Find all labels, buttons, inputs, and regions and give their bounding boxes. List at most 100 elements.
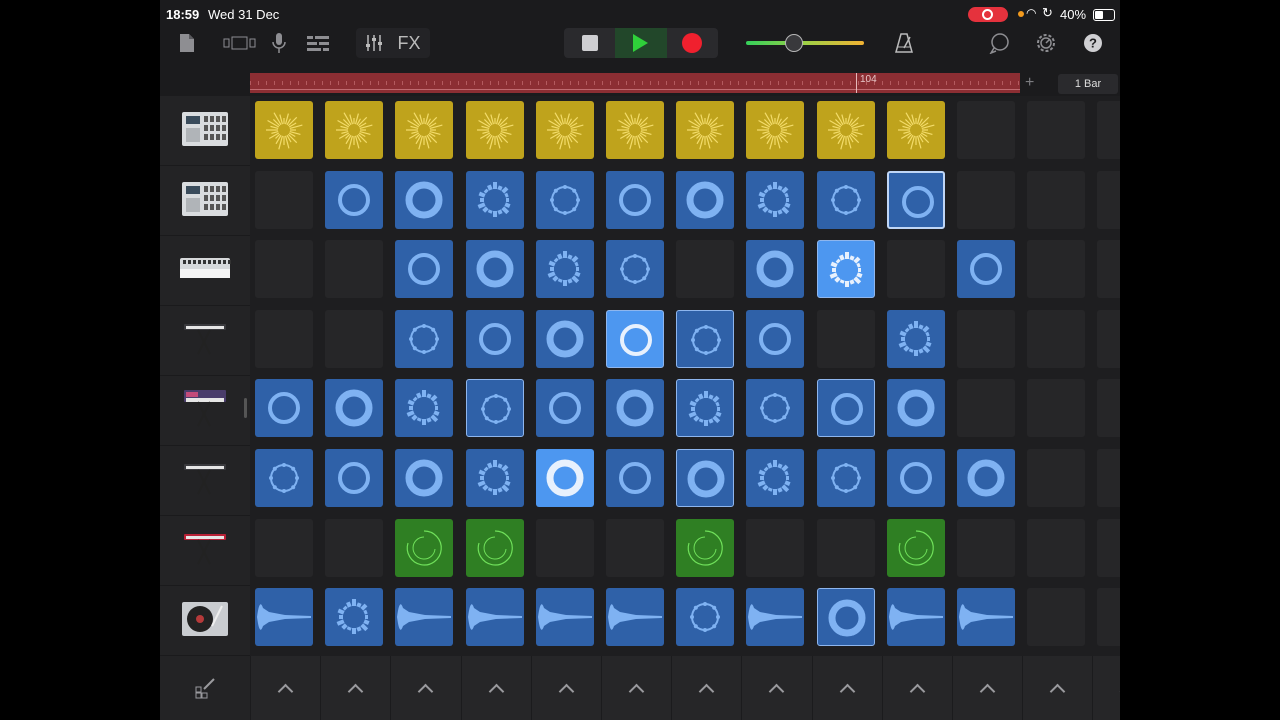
loop-cell[interactable] xyxy=(886,518,945,577)
loop-browser-icon[interactable] xyxy=(988,28,1012,58)
record-button[interactable] xyxy=(667,28,718,58)
loop-cell[interactable] xyxy=(465,309,524,368)
loop-cell[interactable] xyxy=(535,240,594,299)
loop-cell[interactable] xyxy=(325,449,384,507)
loop-cell[interactable] xyxy=(395,379,454,438)
loop-cell[interactable] xyxy=(325,588,384,647)
loop-cell[interactable] xyxy=(957,240,1015,299)
add-bar-button[interactable]: + xyxy=(1025,74,1034,92)
loop-cell[interactable] xyxy=(395,240,454,299)
column-trigger-button[interactable] xyxy=(601,656,671,720)
loop-cell[interactable] xyxy=(465,170,524,229)
play-button[interactable] xyxy=(615,28,667,58)
column-trigger-button[interactable] xyxy=(320,656,390,720)
column-trigger-button[interactable] xyxy=(881,656,952,720)
mixer-icon[interactable] xyxy=(365,34,383,52)
empty-cell[interactable] xyxy=(1097,309,1120,368)
column-trigger-button[interactable] xyxy=(1022,656,1092,720)
master-volume-slider[interactable] xyxy=(746,34,864,52)
column-trigger-button[interactable] xyxy=(811,656,882,720)
loop-cell[interactable] xyxy=(465,240,524,299)
empty-cell[interactable] xyxy=(1097,170,1120,229)
loop-cell[interactable] xyxy=(886,101,945,159)
loop-cell[interactable] xyxy=(746,309,805,368)
loop-cell[interactable] xyxy=(606,309,664,368)
loop-cell[interactable] xyxy=(606,101,664,159)
loop-cell[interactable] xyxy=(465,379,524,438)
empty-cell[interactable] xyxy=(957,518,1015,577)
loop-cell[interactable] xyxy=(886,379,945,438)
loop-cell[interactable] xyxy=(886,309,945,368)
loop-cell[interactable] xyxy=(535,379,594,438)
loop-cell[interactable] xyxy=(957,588,1015,647)
loop-cell[interactable] xyxy=(746,101,805,159)
loop-cell[interactable] xyxy=(465,101,524,159)
loop-cell[interactable] xyxy=(606,170,664,229)
document-icon[interactable] xyxy=(176,28,198,58)
loop-cell[interactable] xyxy=(395,170,454,229)
loop-cell[interactable] xyxy=(255,379,313,438)
edit-cells-button[interactable] xyxy=(160,656,250,720)
bar-length-button[interactable]: 1 Bar xyxy=(1058,74,1118,94)
column-trigger-button[interactable] xyxy=(1092,656,1120,720)
loop-cell[interactable] xyxy=(746,449,805,507)
loop-cell[interactable] xyxy=(606,379,664,438)
column-trigger-button[interactable] xyxy=(250,656,320,720)
track-header-bass-synth[interactable] xyxy=(160,236,250,306)
empty-cell[interactable] xyxy=(325,240,384,299)
settings-icon[interactable] xyxy=(1034,28,1058,58)
empty-cell[interactable] xyxy=(957,101,1015,159)
track-header-red-keyboard[interactable] xyxy=(160,516,250,586)
fx-button[interactable]: FX xyxy=(397,33,420,54)
loop-cell[interactable] xyxy=(676,588,735,647)
loop-cell[interactable] xyxy=(255,449,313,507)
track-view-icon[interactable] xyxy=(222,28,258,58)
metronome-icon[interactable] xyxy=(892,28,916,58)
track-header-keyboard-2[interactable] xyxy=(160,446,250,516)
empty-cell[interactable] xyxy=(606,518,664,577)
loop-cell[interactable] xyxy=(535,588,594,647)
loop-cell[interactable] xyxy=(816,101,875,159)
empty-cell[interactable] xyxy=(1097,379,1120,438)
empty-cell[interactable] xyxy=(255,518,313,577)
loop-cell[interactable] xyxy=(325,170,384,229)
column-trigger-button[interactable] xyxy=(952,656,1022,720)
loop-cell[interactable] xyxy=(816,240,875,299)
loop-cell[interactable] xyxy=(465,449,524,507)
loop-cell[interactable] xyxy=(535,170,594,229)
loop-cell[interactable] xyxy=(395,518,454,577)
loop-cell[interactable] xyxy=(886,588,945,647)
microphone-icon[interactable] xyxy=(268,28,290,58)
loop-cell[interactable] xyxy=(606,588,664,647)
track-header-drum-machine-2[interactable] xyxy=(160,166,250,236)
loop-cell[interactable] xyxy=(255,588,313,647)
loop-cell[interactable] xyxy=(957,449,1015,507)
empty-cell[interactable] xyxy=(255,309,313,368)
loop-cell[interactable] xyxy=(395,449,454,507)
loop-cell[interactable] xyxy=(816,170,875,229)
empty-cell[interactable] xyxy=(1027,309,1086,368)
empty-cell[interactable] xyxy=(1097,518,1120,577)
empty-cell[interactable] xyxy=(1027,518,1086,577)
loop-cell[interactable] xyxy=(465,588,524,647)
loop-cell[interactable] xyxy=(816,449,875,507)
loop-cell[interactable] xyxy=(535,309,594,368)
loop-cell[interactable] xyxy=(746,240,805,299)
volume-slider-knob[interactable] xyxy=(785,34,804,52)
empty-cell[interactable] xyxy=(676,240,735,299)
loop-cell[interactable] xyxy=(746,379,805,438)
empty-cell[interactable] xyxy=(1027,101,1086,159)
column-trigger-button[interactable] xyxy=(741,656,811,720)
empty-cell[interactable] xyxy=(1027,449,1086,507)
empty-cell[interactable] xyxy=(1027,240,1086,299)
loop-cell[interactable] xyxy=(465,518,524,577)
loop-cell[interactable] xyxy=(535,449,594,507)
empty-cell[interactable] xyxy=(1097,240,1120,299)
empty-cell[interactable] xyxy=(957,309,1015,368)
empty-cell[interactable] xyxy=(1097,449,1120,507)
loop-cell[interactable] xyxy=(676,449,735,507)
loop-cell[interactable] xyxy=(325,379,384,438)
loop-cell[interactable] xyxy=(746,170,805,229)
timeline-ruler[interactable]: 104 xyxy=(250,73,1020,93)
loop-cell[interactable] xyxy=(746,588,805,647)
